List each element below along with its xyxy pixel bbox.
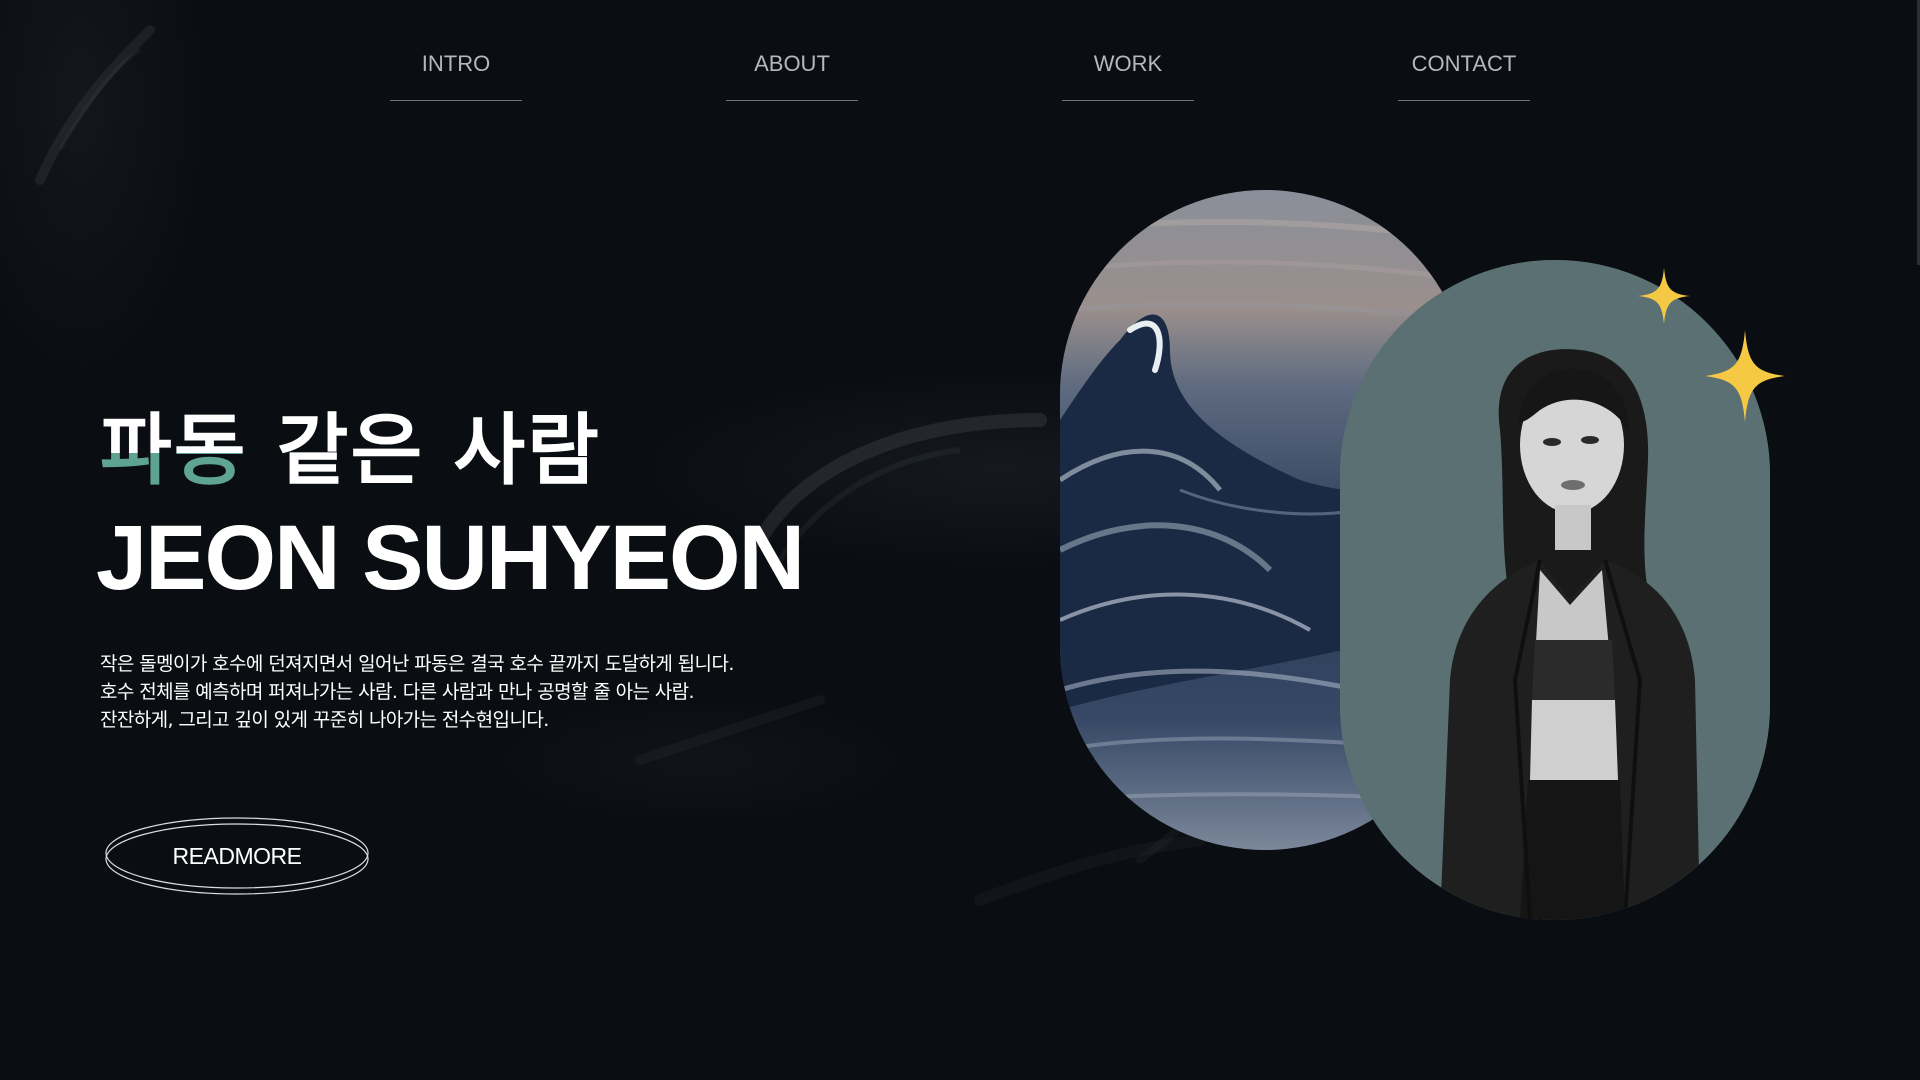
description-line-3: 잔잔하게, 그리고 깊이 있게 꾸준히 나아가는 전수현입니다.: [100, 709, 549, 731]
description-line-1: 작은 돌멩이가 호수에 던져지면서 일어난 파동은 결국 호수 끝까지 도달하게…: [100, 653, 734, 675]
description-line-2: 호수 전체를 예측하며 퍼져나가는 사람. 다른 사람과 만나 공명할 줄 아는…: [100, 681, 695, 703]
readmore-button[interactable]: READMORE: [104, 815, 370, 897]
page: INTRO ABOUT WORK CONTACT 파동 같은 사람 JEON S…: [0, 0, 1920, 1080]
hero-title-rest: 같은 사람: [247, 406, 601, 496]
hero-title-korean: 파동 같은 사람: [100, 405, 601, 497]
hero-description: 작은 돌멩이가 호수에 던져지면서 일어난 파동은 결국 호수 끝까지 도달하게…: [100, 650, 820, 734]
sparkle-small-icon: [1638, 268, 1690, 324]
nav-item-intro[interactable]: INTRO: [390, 40, 522, 101]
nav-item-contact[interactable]: CONTACT: [1398, 40, 1530, 101]
main-nav: INTRO ABOUT WORK CONTACT: [390, 40, 1530, 110]
nav-item-work[interactable]: WORK: [1062, 40, 1194, 101]
nav-item-about[interactable]: ABOUT: [726, 40, 858, 101]
readmore-label: READMORE: [172, 843, 302, 869]
sparkle-large-icon: [1705, 330, 1785, 422]
hero-title-english: JEON SUHYEON: [96, 507, 805, 609]
hero-title-highlight: 파동: [100, 406, 248, 496]
